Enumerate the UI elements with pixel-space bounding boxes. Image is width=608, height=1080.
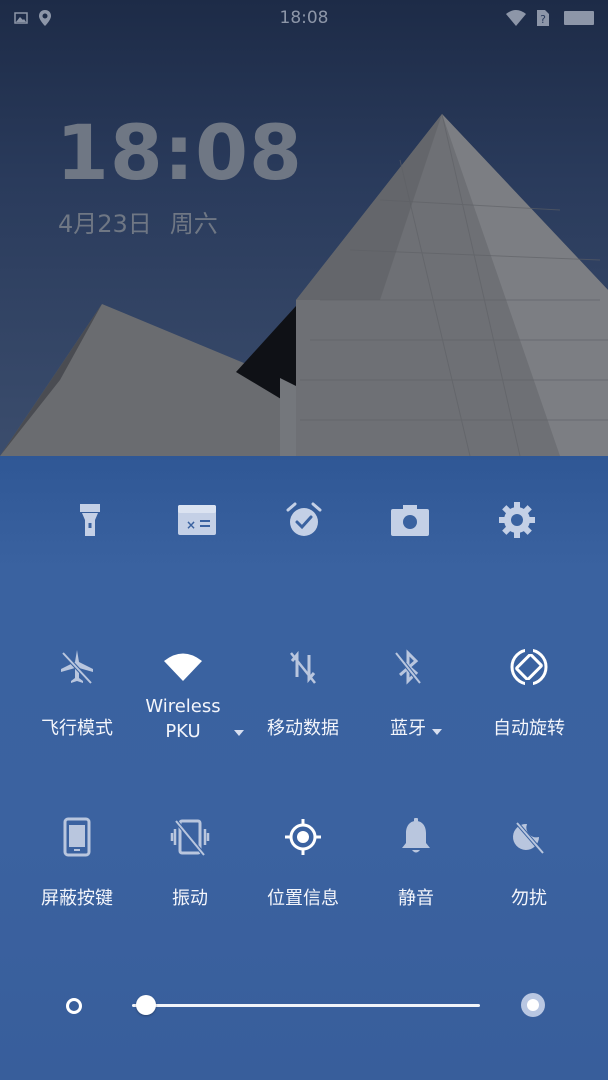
tile-label: Wireless PKU	[127, 694, 239, 744]
camera-button[interactable]	[380, 492, 440, 548]
tile-label: 位置信息	[267, 888, 339, 909]
tile-block-keys[interactable]: 屏蔽按键	[21, 814, 133, 911]
tile-label: 静音	[398, 888, 434, 909]
shortcut-row: ×	[0, 492, 608, 552]
flashlight-icon	[80, 504, 100, 536]
brightness-high-icon	[521, 993, 545, 1017]
alarm-clock-icon	[286, 502, 322, 536]
lockscreen-wallpaper: 18:08 ? 18:08 4月23日 周六	[0, 0, 608, 456]
tile-auto-rotate[interactable]: 自动旋转	[473, 644, 585, 741]
lock-clock: 18:08	[56, 108, 303, 197]
tile-wifi[interactable]: Wireless PKU	[127, 644, 239, 744]
do-not-disturb-icon	[513, 821, 545, 855]
calculator-icon: ×	[178, 505, 216, 535]
tile-location[interactable]: 位置信息	[247, 814, 359, 911]
weekday-text: 周六	[169, 210, 218, 238]
tile-airplane-mode[interactable]: 飞行模式	[21, 644, 133, 741]
camera-icon	[391, 505, 429, 536]
wifi-icon	[506, 10, 526, 26]
bluetooth-dropdown-icon[interactable]	[432, 729, 442, 735]
location-target-icon	[285, 819, 321, 855]
wifi-ssid-line1: Wireless	[145, 696, 221, 717]
bluetooth-off-icon	[394, 649, 422, 685]
quick-settings-panel: × 飞行模式 Wireless PKU 移动数据 蓝牙 自动旋转 屏蔽按键 振动…	[0, 456, 608, 1080]
bell-icon	[402, 818, 430, 853]
wifi-ssid-line2: PKU	[165, 721, 201, 742]
wifi-dropdown-icon[interactable]	[234, 730, 244, 736]
brightness-thumb[interactable]	[135, 995, 156, 1015]
date-text: 4月23日	[58, 210, 152, 238]
tile-label: 屏蔽按键	[41, 888, 113, 909]
tile-mute[interactable]: 静音	[360, 814, 472, 911]
settings-gear-icon	[499, 502, 535, 538]
auto-rotate-icon	[510, 648, 548, 686]
lock-date: 4月23日 周六	[58, 204, 236, 239]
flashlight-button[interactable]	[60, 492, 120, 548]
tile-label: 振动	[172, 888, 208, 909]
tile-label: 移动数据	[267, 718, 339, 739]
tile-label: 飞行模式	[41, 718, 113, 739]
tile-mobile-data[interactable]: 移动数据	[247, 644, 359, 741]
tile-vibrate[interactable]: 振动	[134, 814, 246, 911]
phone-icon	[63, 817, 91, 857]
battery-icon	[564, 11, 594, 25]
brightness-slider[interactable]	[0, 986, 608, 1026]
sim-unknown-icon: ?	[537, 10, 549, 26]
brightness-low-icon	[66, 998, 82, 1014]
svg-text:×: ×	[186, 518, 196, 532]
alarm-button[interactable]	[274, 492, 334, 548]
wifi-icon	[164, 653, 202, 681]
calculator-button[interactable]: ×	[167, 492, 227, 548]
vibrate-off-icon	[170, 819, 210, 857]
tile-bluetooth[interactable]: 蓝牙	[352, 644, 464, 741]
tile-label: 蓝牙	[390, 718, 426, 739]
tile-label: 自动旋转	[493, 718, 565, 739]
status-bar: 18:08 ?	[0, 0, 608, 36]
settings-button[interactable]	[487, 492, 547, 548]
brightness-track[interactable]	[132, 1004, 480, 1007]
airplane-off-icon	[61, 650, 93, 685]
tile-label: 勿扰	[511, 888, 547, 909]
tile-do-not-disturb[interactable]: 勿扰	[473, 814, 585, 911]
svg-text:?: ?	[540, 13, 546, 26]
mobile-data-off-icon	[290, 650, 316, 684]
